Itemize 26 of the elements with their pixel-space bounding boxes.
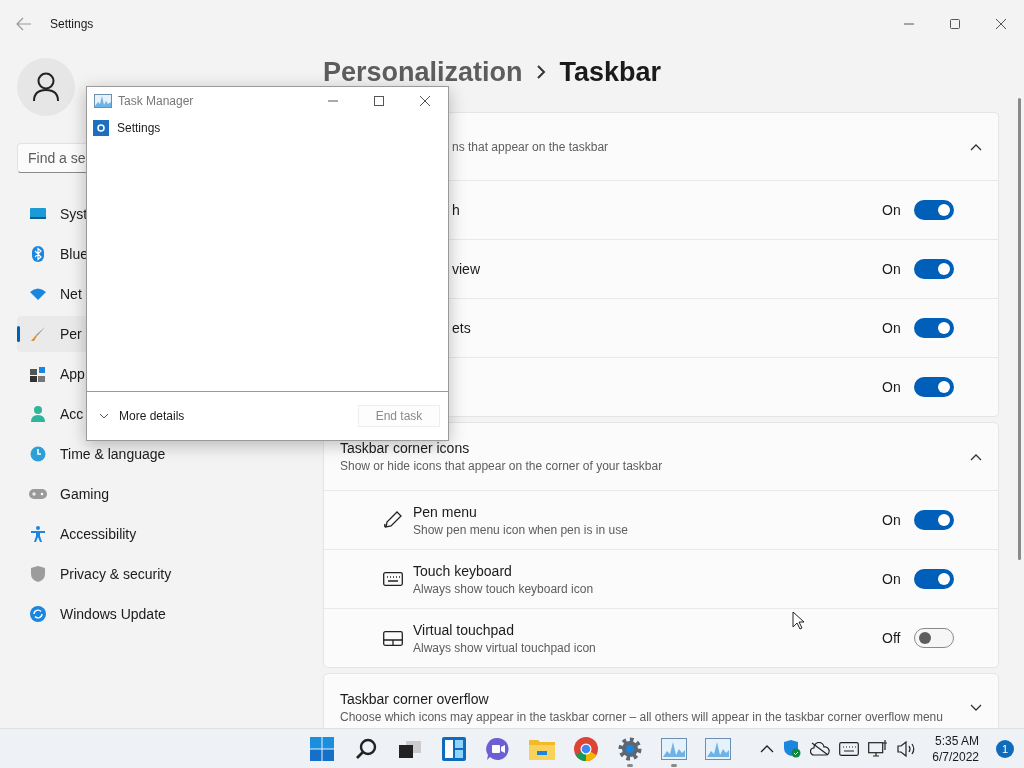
- setting-label: ets: [452, 320, 472, 336]
- clock-time: 5:35 AM: [934, 733, 979, 749]
- toggle-state: On: [882, 320, 902, 336]
- setting-label: view: [452, 261, 481, 277]
- window-title: Task Manager: [118, 94, 194, 108]
- setting-description: Always show touch keyboard icon: [413, 581, 595, 596]
- setting-description: Always show virtual touchpad icon: [413, 640, 597, 655]
- setting-label: h: [452, 202, 461, 218]
- toggle-state: On: [882, 379, 902, 395]
- section-description: Choose which icons may appear in the taskbar corner – all others will appear in the taskbar corner overflow menu: [340, 710, 944, 724]
- toggle-state: Off: [882, 630, 902, 646]
- toggle-state: On: [882, 202, 902, 218]
- toggle-state: On: [882, 512, 902, 528]
- section-description: ns that appear on the taskbar: [452, 139, 610, 154]
- clock-date: 6/7/2022: [932, 749, 979, 765]
- page-title: Taskbar: [559, 56, 662, 88]
- setting-label: Touch keyboard: [413, 562, 513, 579]
- setting-label: Virtual touchpad: [413, 621, 515, 638]
- section-title: Taskbar corner icons: [340, 440, 471, 456]
- section-title: Taskbar corner overflow: [340, 691, 490, 707]
- setting-label: Pen menu: [413, 503, 478, 520]
- toggle-state: On: [882, 571, 902, 587]
- section-description: Show or hide icons that appear on the corner of your taskbar: [340, 459, 664, 473]
- toggle-state: On: [882, 261, 902, 277]
- setting-description: Show pen menu icon when pen is in use: [413, 522, 629, 537]
- window-title: Settings: [50, 17, 94, 31]
